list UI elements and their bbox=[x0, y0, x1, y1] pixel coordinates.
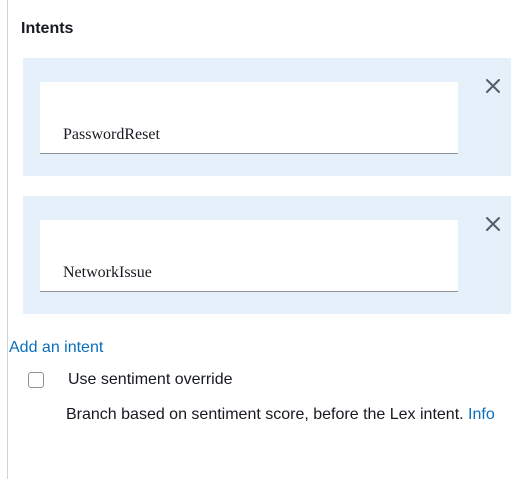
intent-input[interactable]: PasswordReset bbox=[40, 82, 458, 154]
intent-card: PasswordReset bbox=[23, 58, 511, 176]
close-icon bbox=[486, 217, 500, 231]
remove-intent-button[interactable] bbox=[481, 74, 505, 98]
intent-input[interactable]: NetworkIssue bbox=[40, 220, 458, 292]
intent-value: PasswordReset bbox=[63, 126, 160, 143]
remove-intent-button[interactable] bbox=[481, 212, 505, 236]
add-intent-link[interactable]: Add an intent bbox=[9, 339, 103, 357]
info-link[interactable]: Info bbox=[468, 406, 495, 423]
section-title: Intents bbox=[21, 20, 74, 37]
sentiment-override-label: Use sentiment override bbox=[68, 371, 233, 388]
sentiment-override-checkbox[interactable] bbox=[28, 372, 44, 388]
close-icon bbox=[486, 79, 500, 93]
intent-card: NetworkIssue bbox=[23, 196, 511, 314]
description-text: Branch based on sentiment score, before … bbox=[66, 406, 464, 423]
intent-value: NetworkIssue bbox=[63, 264, 152, 281]
intents-panel: Intents PasswordReset NetworkIssue Add a… bbox=[7, 0, 520, 479]
sentiment-override-description: Branch based on sentiment score, before … bbox=[66, 404, 506, 426]
